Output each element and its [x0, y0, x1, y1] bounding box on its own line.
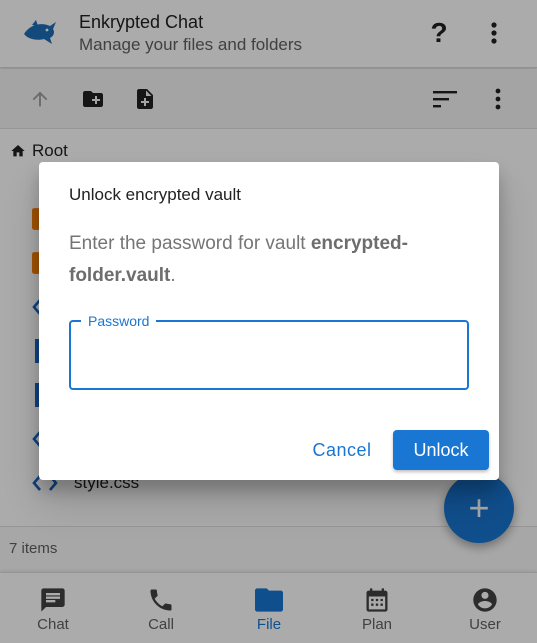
unlock-vault-dialog: Unlock encrypted vault Enter the passwor…: [39, 162, 499, 480]
dialog-message: Enter the password for vault encrypted-f…: [69, 228, 469, 292]
cancel-button[interactable]: Cancel: [303, 432, 381, 468]
password-label: Password: [81, 311, 157, 331]
unlock-button[interactable]: Unlock: [393, 430, 489, 470]
password-field[interactable]: Password: [69, 311, 469, 390]
app-root: Enkrypted Chat Manage your files and fol…: [0, 0, 537, 643]
dialog-title: Unlock encrypted vault: [69, 185, 241, 204]
password-input[interactable]: [83, 340, 453, 370]
message-suffix: .: [170, 265, 176, 286]
message-prefix: Enter the password for vault: [69, 233, 311, 254]
